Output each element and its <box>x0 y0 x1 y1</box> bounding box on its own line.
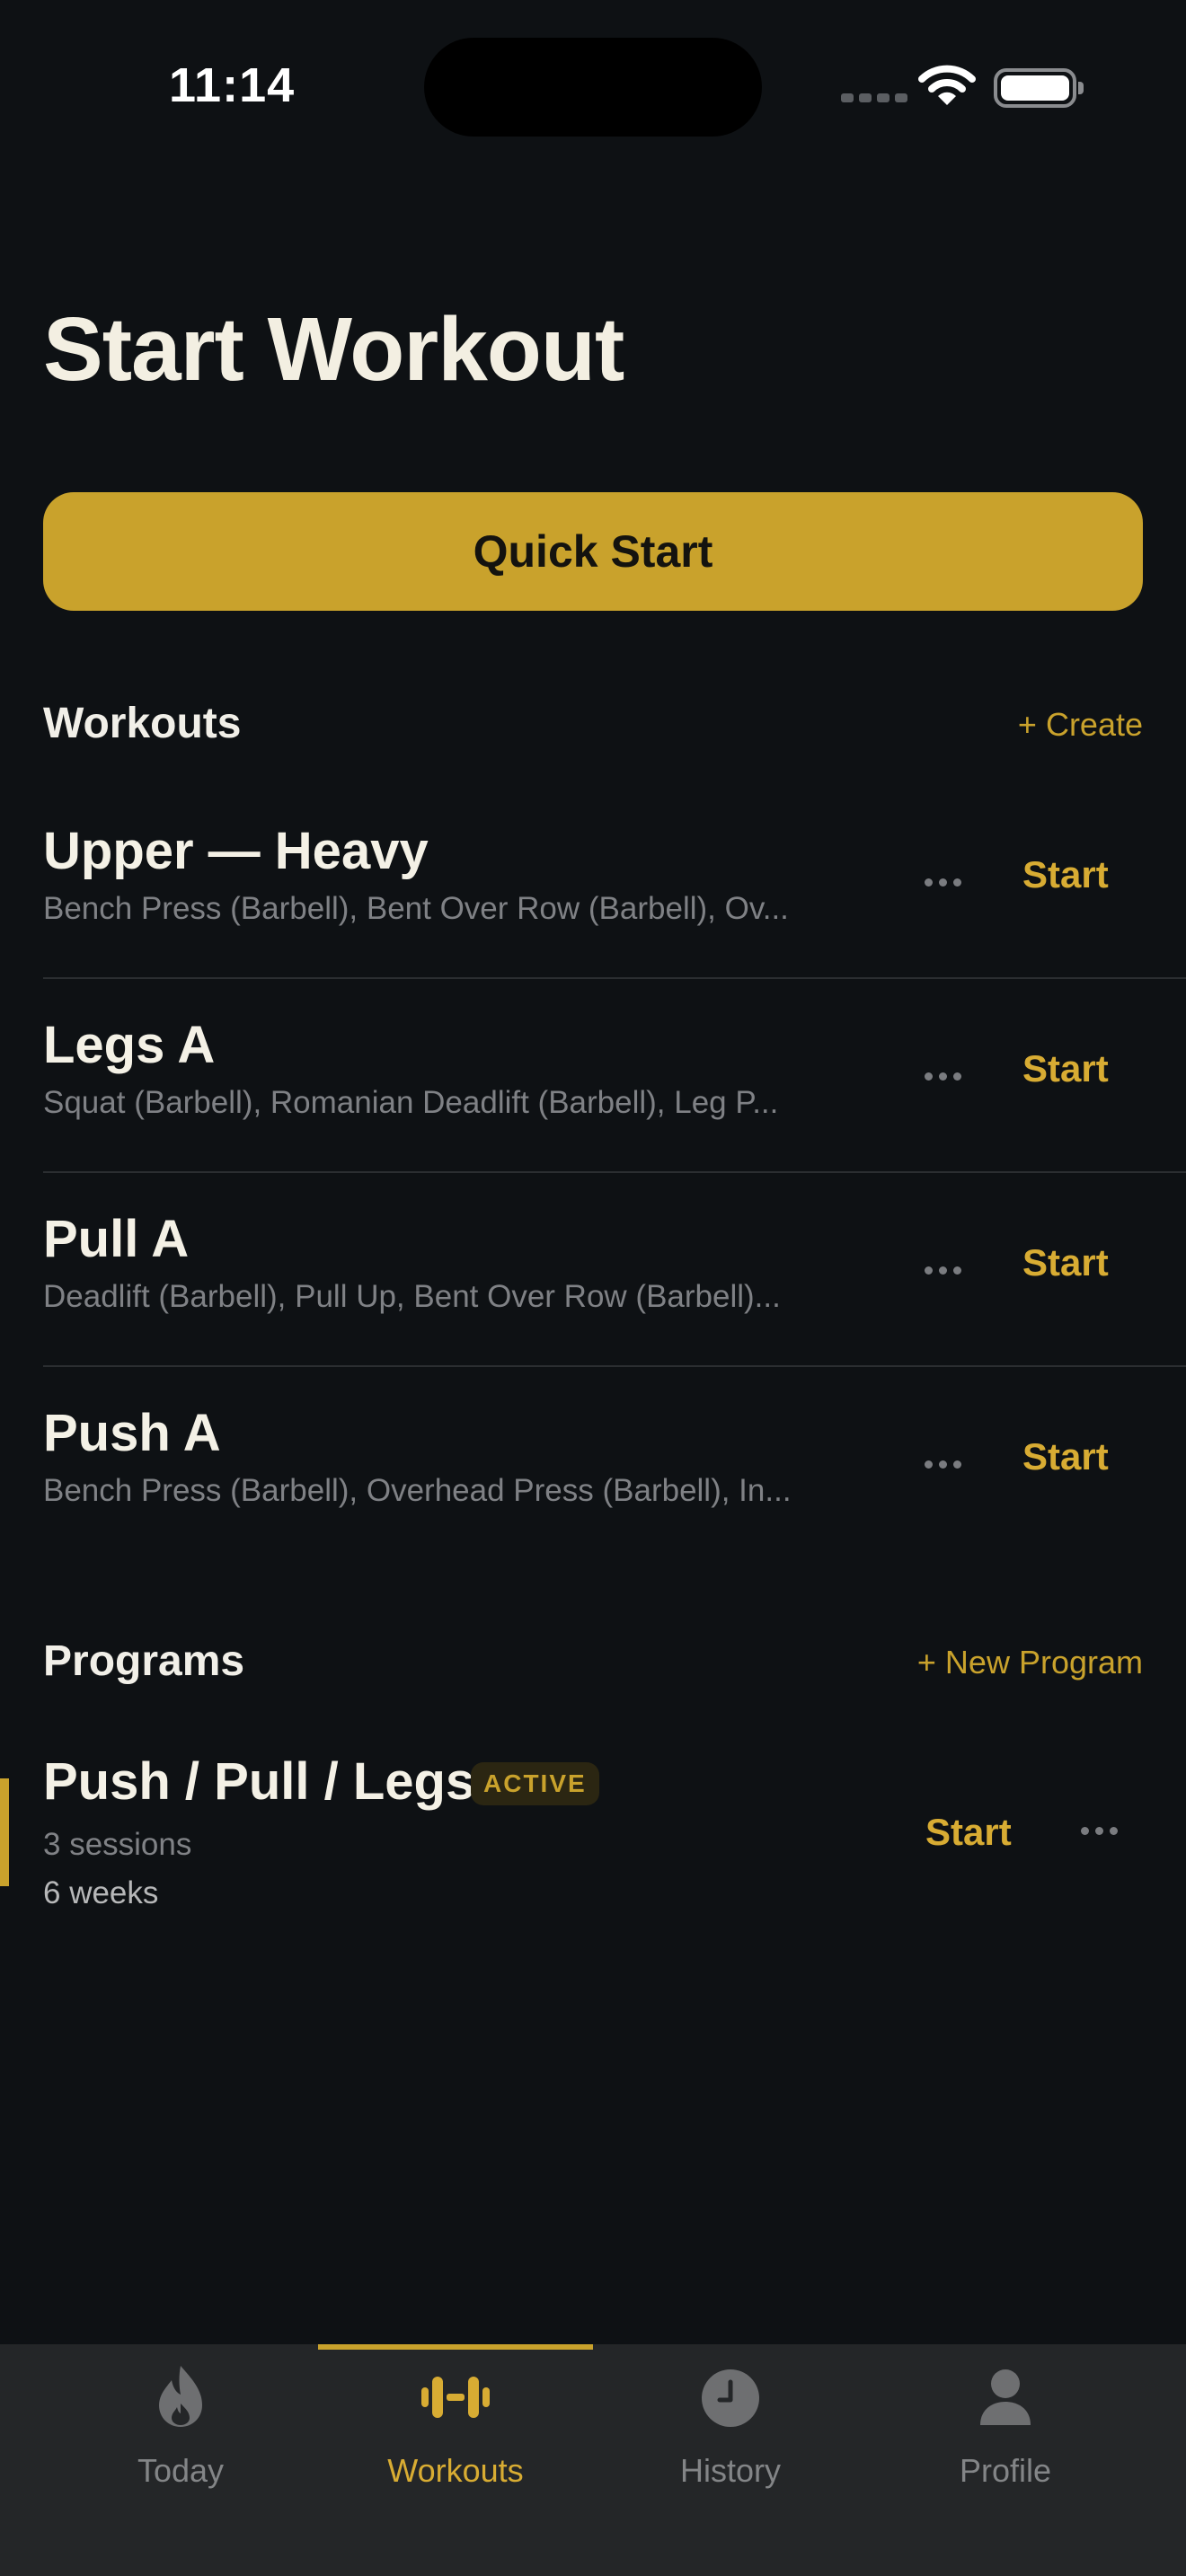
clock-icon <box>702 2369 759 2427</box>
program-weeks: 6 weeks <box>43 1875 159 1910</box>
workout-row[interactable]: Push A Bench Press (Barbell), Overhead P… <box>43 1367 1186 1561</box>
more-options-icon[interactable] <box>911 857 974 907</box>
status-time: 11:14 <box>169 58 296 112</box>
tab-profile[interactable]: Profile <box>868 2344 1143 2576</box>
workout-exercises: Bench Press (Barbell), Bent Over Row (Ba… <box>43 891 789 926</box>
start-workout-button[interactable]: Start <box>1022 1047 1109 1090</box>
start-workout-screen: 11:14 Start Workout Quick Start Workouts… <box>0 0 1186 2576</box>
workout-exercises: Bench Press (Barbell), Overhead Press (B… <box>43 1473 792 1508</box>
start-program-button[interactable]: Start <box>925 1811 1012 1854</box>
workout-exercises: Squat (Barbell), Romanian Deadlift (Barb… <box>43 1085 779 1120</box>
tab-label: Today <box>137 2452 225 2489</box>
start-workout-button[interactable]: Start <box>1022 1241 1109 1284</box>
workout-name: Pull A <box>43 1210 190 1268</box>
more-options-icon[interactable] <box>911 1245 974 1295</box>
flame-icon <box>159 2366 202 2427</box>
battery-icon <box>994 68 1084 108</box>
programs-section-title: Programs <box>43 1637 245 1685</box>
quick-start-button[interactable]: Quick Start <box>43 492 1143 611</box>
workout-name: Legs A <box>43 1016 216 1074</box>
dynamic-island <box>424 38 762 137</box>
start-workout-button[interactable]: Start <box>1022 1435 1109 1478</box>
page-title: Start Workout <box>43 299 624 400</box>
workout-row[interactable]: Upper — Heavy Bench Press (Barbell), Ben… <box>43 785 1186 979</box>
tab-label: Profile <box>959 2452 1052 2489</box>
more-options-icon[interactable] <box>1067 1805 1130 1856</box>
workout-row[interactable]: Pull A Deadlift (Barbell), Pull Up, Bent… <box>43 1173 1186 1367</box>
cellular-signal-icon <box>841 93 907 102</box>
start-workout-button[interactable]: Start <box>1022 853 1109 896</box>
active-badge: ACTIVE <box>471 1762 599 1805</box>
tab-bar: Today Workouts History Profile <box>0 2344 1186 2576</box>
dumbbell-icon <box>421 2377 490 2418</box>
create-workout-button[interactable]: + Create <box>1018 706 1143 744</box>
workout-name: Upper — Heavy <box>43 822 429 880</box>
tab-label: Workouts <box>387 2452 524 2489</box>
more-options-icon[interactable] <box>911 1051 974 1101</box>
workout-name: Push A <box>43 1404 221 1462</box>
more-options-icon[interactable] <box>911 1439 974 1489</box>
new-program-button[interactable]: + New Program <box>917 1644 1143 1681</box>
workouts-section-title: Workouts <box>43 700 242 747</box>
tab-history[interactable]: History <box>593 2344 868 2576</box>
workout-row[interactable]: Legs A Squat (Barbell), Romanian Deadlif… <box>43 979 1186 1173</box>
workout-exercises: Deadlift (Barbell), Pull Up, Bent Over R… <box>43 1279 781 1314</box>
tab-workouts[interactable]: Workouts <box>318 2344 593 2576</box>
tab-label: History <box>679 2452 781 2489</box>
active-program-indicator <box>0 1778 9 1886</box>
person-icon <box>980 2369 1031 2425</box>
program-sessions: 3 sessions <box>43 1827 192 1862</box>
tab-today[interactable]: Today <box>43 2344 318 2576</box>
program-name[interactable]: Push / Pull / Legs <box>43 1751 474 1812</box>
wifi-icon <box>918 65 976 105</box>
